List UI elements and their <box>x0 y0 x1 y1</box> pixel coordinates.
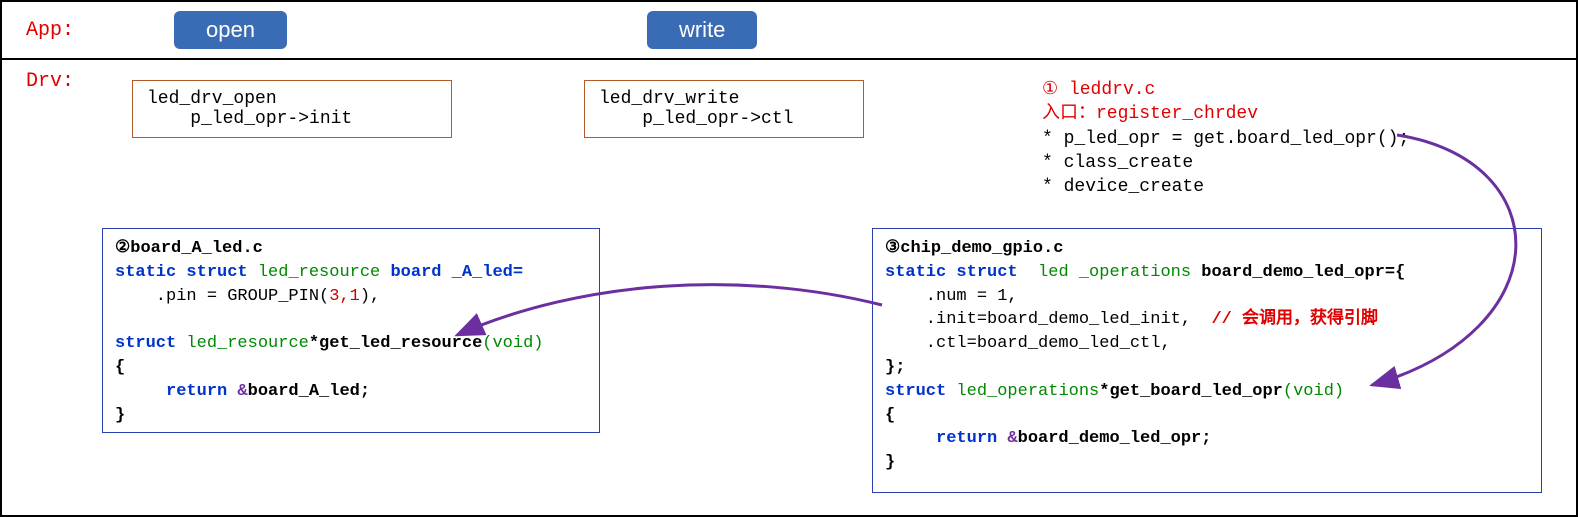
b3-l6-close: ) <box>1334 382 1344 401</box>
open-l2: p_led_opr->init <box>147 109 352 129</box>
board-a-led-box: ②board_A_led.c static struct led_resourc… <box>102 228 600 433</box>
b3-l3-init: .init=board_demo_led_init, <box>885 310 1211 329</box>
b3-l6-void: void <box>1293 382 1334 401</box>
b2-static: static <box>115 263 186 282</box>
notes-l5: * device_create <box>1042 177 1204 197</box>
b2-l5-ret: return <box>115 382 237 401</box>
write-pill: write <box>647 11 757 49</box>
diagram-container: App: open write Drv: led_drv_open p_led_… <box>0 0 1578 517</box>
b3-l8-val: board_demo_led_opr; <box>1018 429 1212 448</box>
notes-l4: * class_create <box>1042 153 1193 173</box>
notes-l3: * p_led_opr = get.board_led_opr(); <box>1042 129 1409 149</box>
b3-l9: } <box>885 453 895 472</box>
led-drv-open-box: led_drv_open p_led_opr->init <box>132 80 452 138</box>
b2-l3-fn: get_led_resource <box>319 334 482 353</box>
b3-type: led _operations <box>1038 263 1201 282</box>
b2-struct: struct <box>186 263 257 282</box>
b2-type: led_resource <box>258 263 391 282</box>
notes-l2: 入口：register_chrdev <box>1042 104 1258 124</box>
drv-row: Drv: led_drv_open p_led_opr->init led_dr… <box>2 60 1576 515</box>
b3-title: ③chip_demo_gpio.c <box>885 239 1063 258</box>
b3-l6-fn: get_board_led_opr <box>1109 382 1282 401</box>
b3-l2: .num = 1, <box>885 287 1018 306</box>
led-drv-write-box: led_drv_write p_led_opr->ctl <box>584 80 864 138</box>
b3-rest: board_demo_led_opr={ <box>1201 263 1405 282</box>
b3-l3-cmt: // 会调用，获得引脚 <box>1211 310 1378 329</box>
b2-l3-close: ) <box>533 334 543 353</box>
b3-l6-struct: struct <box>885 382 956 401</box>
b3-struct: struct <box>956 263 1038 282</box>
b2-pin: .pin = GROUP_PIN( <box>115 287 329 306</box>
b2-l3-struct: struct <box>115 334 186 353</box>
b3-static: static <box>885 263 956 282</box>
b2-l3-star: * <box>309 334 319 353</box>
notes-l1: ① leddrv.c <box>1042 80 1155 100</box>
b3-l8-amp: & <box>1007 429 1017 448</box>
leddrv-notes: ① leddrv.c 入口：register_chrdev * p_led_op… <box>1042 78 1409 199</box>
b2-l5-amp: & <box>237 382 247 401</box>
b2-args: 3,1 <box>329 287 360 306</box>
b2-rest: board _A_led= <box>390 263 523 282</box>
app-row: App: open write <box>2 2 1576 60</box>
b2-l3-paren: ( <box>482 334 492 353</box>
b3-l6-star: * <box>1099 382 1109 401</box>
b3-l7: { <box>885 406 895 425</box>
write-l1: led_drv_write <box>599 89 739 109</box>
b2-end: ), <box>360 287 380 306</box>
chip-demo-gpio-box: ③chip_demo_gpio.c static struct led _ope… <box>872 228 1542 493</box>
b3-l6-paren: ( <box>1283 382 1293 401</box>
b2-l3-type: led_resource <box>186 334 308 353</box>
b3-l4: .ctl=board_demo_led_ctl, <box>885 334 1171 353</box>
b2-l3-void: void <box>492 334 533 353</box>
b3-l6-type: led_operations <box>956 382 1099 401</box>
b2-title: ②board_A_led.c <box>115 239 263 258</box>
open-pill: open <box>174 11 287 49</box>
b2-l4: { <box>115 358 125 377</box>
b2-l6: } <box>115 406 125 425</box>
b3-l8-ret: return <box>885 429 1007 448</box>
b2-l5-val: board_A_led; <box>248 382 370 401</box>
write-l2: p_led_opr->ctl <box>599 109 793 129</box>
b3-l5: }; <box>885 358 905 377</box>
app-label: App: <box>26 19 74 42</box>
open-l1: led_drv_open <box>147 89 277 109</box>
drv-label: Drv: <box>26 70 74 93</box>
